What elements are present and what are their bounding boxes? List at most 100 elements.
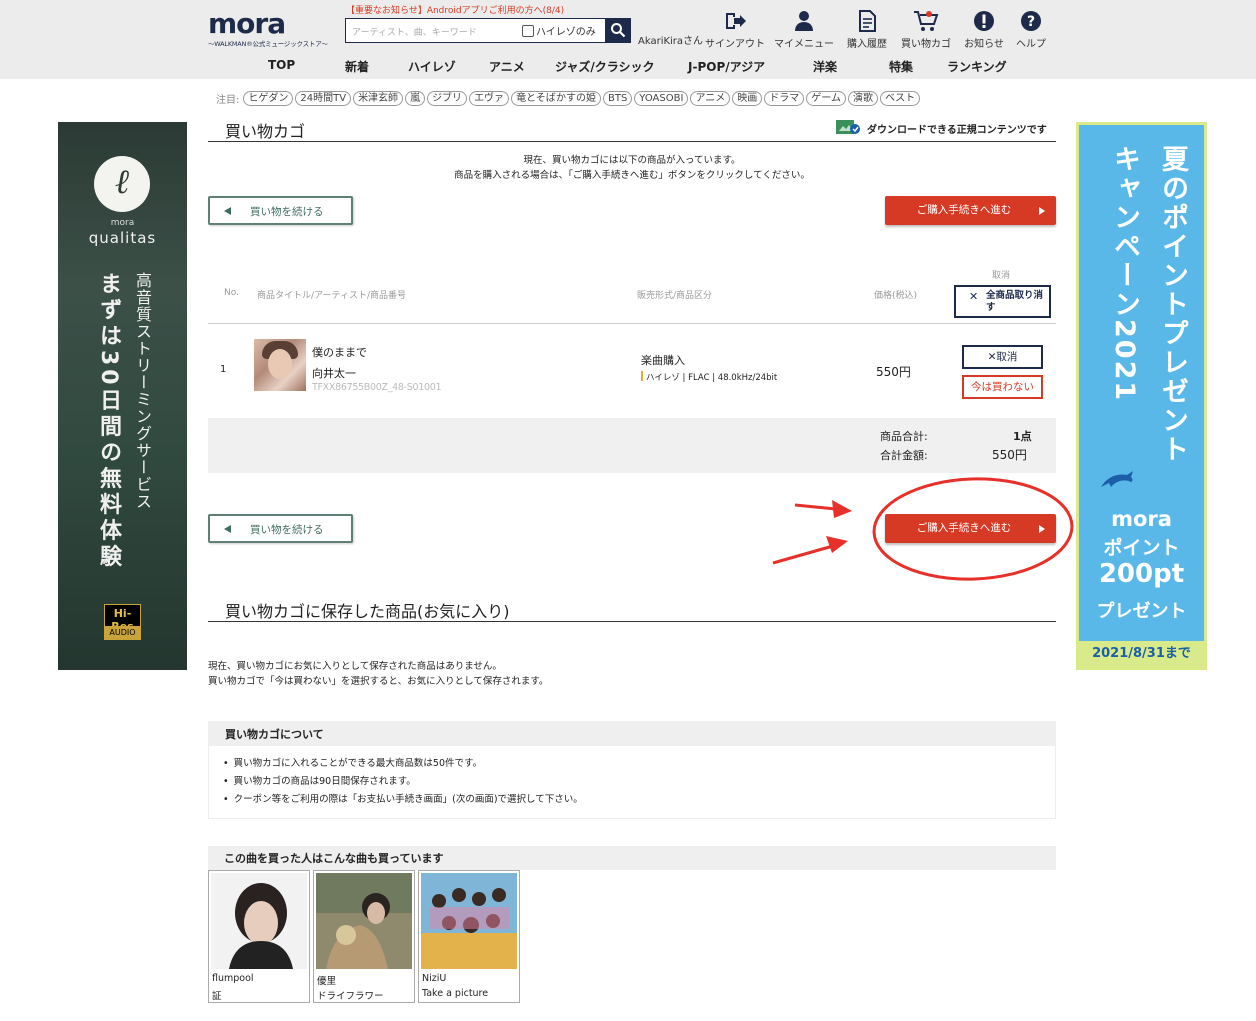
trending-tags: 注目: ヒゲダン 24時間TV 米津玄師 嵐 ジブリ エヴァ 竜とそばかすの姫 … bbox=[216, 91, 921, 106]
hires-marker bbox=[641, 371, 643, 381]
remove-all-label: 全商品取り消す bbox=[986, 290, 1044, 313]
tag-item[interactable]: YOASOBI bbox=[634, 91, 689, 106]
recommend-card-3[interactable]: NiziU Take a picture bbox=[418, 870, 520, 1003]
list-item: クーポン等をご利用の際は「お支払い手続き画面」(次の画面)で選択して下さい。 bbox=[223, 791, 583, 809]
title-divider bbox=[208, 141, 1056, 142]
remove-item-button[interactable]: ✕取消 bbox=[962, 345, 1043, 369]
tag-item[interactable]: BTS bbox=[602, 91, 633, 106]
dolphin-icon bbox=[1101, 471, 1133, 487]
tag-item[interactable]: ベスト bbox=[879, 91, 921, 106]
tag-item[interactable]: ジブリ bbox=[427, 91, 468, 106]
about-title: 買い物カゴについて bbox=[225, 728, 324, 741]
item-count-label: 商品合計: bbox=[880, 430, 928, 443]
recommend-card-1[interactable]: flumpool 証 bbox=[208, 870, 310, 1003]
nav-news-label: お知らせ bbox=[964, 39, 1004, 50]
tag-item[interactable]: 演歌 bbox=[847, 91, 878, 106]
about-list: 買い物カゴに入れることができる最大商品数は50件です。 買い物カゴの商品は90日… bbox=[223, 755, 583, 809]
recommend-card-2[interactable]: 優里 ドライフラワー bbox=[313, 870, 415, 1003]
col-type: 販売形式/商品区分 bbox=[637, 291, 713, 301]
list-item: 買い物カゴに入れることができる最大商品数は50件です。 bbox=[223, 755, 583, 773]
mora-logo[interactable]: mora 〜WALKMAN®公式ミュージックストア〜 bbox=[208, 9, 332, 49]
username: AkariKiraさん bbox=[638, 36, 704, 47]
qualitas-banner[interactable]: ℓ mora qualitas 高音質ストリーミングサービス まずは30日間の無… bbox=[58, 122, 187, 670]
row-number: 1 bbox=[220, 364, 227, 375]
important-notice-link[interactable]: 【重要なお知らせ】Androidアプリご利用の方へ(8/4) bbox=[346, 3, 564, 16]
cart-lead-2: 商品を購入される場合は、「ご購入手続きへ進む」ボタンをクリックしてください。 bbox=[454, 170, 810, 181]
recommend-header: この曲を買った人はこんな曲も買っています bbox=[208, 846, 1056, 870]
recommend-artist[interactable]: 優里 bbox=[317, 973, 336, 987]
album-cover bbox=[421, 873, 517, 969]
recommend-artist[interactable]: flumpool bbox=[212, 973, 254, 984]
album-thumbnail[interactable] bbox=[254, 339, 306, 391]
favorites-title: 買い物カゴに保存した商品(お気に入り) bbox=[225, 602, 510, 621]
banner-brand-small: mora bbox=[110, 218, 135, 228]
svg-text:?: ? bbox=[1027, 14, 1035, 30]
continue-shopping-button-top[interactable]: 買い物を続ける bbox=[208, 196, 353, 225]
item-artist[interactable]: 向井太一 bbox=[312, 365, 356, 381]
tag-item[interactable]: ゲーム bbox=[806, 91, 846, 106]
item-count-value: 1点 bbox=[1013, 430, 1032, 443]
nav-signout-label: サインアウト bbox=[705, 39, 765, 50]
tag-item[interactable]: 24時間TV bbox=[295, 91, 352, 106]
tag-item[interactable]: ドラマ bbox=[764, 91, 805, 106]
thumb-face bbox=[268, 349, 292, 379]
nav-cart-label: 買い物カゴ bbox=[901, 39, 951, 50]
category-new[interactable]: 新着 bbox=[345, 58, 369, 75]
download-note: ダウンロードできる正規コンテンツです bbox=[835, 119, 1047, 137]
nav-mymenu[interactable]: マイメニュー bbox=[774, 10, 834, 50]
recommend-title-text[interactable]: 証 bbox=[212, 988, 222, 1002]
tag-item[interactable]: 映画 bbox=[732, 91, 763, 106]
continue-shopping-label: 買い物を続ける bbox=[250, 206, 324, 218]
campaign-line1: 夏のポイントプレゼント bbox=[1157, 145, 1188, 464]
total-label: 合計金額: bbox=[880, 449, 928, 462]
category-top[interactable]: TOP bbox=[268, 58, 295, 72]
tag-item[interactable]: 嵐 bbox=[405, 91, 426, 106]
nav-history[interactable]: 購入履歴 bbox=[837, 10, 897, 50]
category-jpop-asia[interactable]: J-POP/アジア bbox=[688, 58, 765, 75]
campaign-point: ポイント bbox=[1103, 537, 1180, 559]
favorites-divider bbox=[208, 621, 1056, 622]
tag-item[interactable]: アニメ bbox=[690, 91, 731, 106]
checkbox-square bbox=[522, 24, 534, 37]
continue-shopping-button-bottom[interactable]: 買い物を続ける bbox=[208, 514, 353, 543]
favorites-note-1: 現在、買い物カゴにお気に入りとして保存された商品はありません。 bbox=[208, 661, 502, 672]
category-ranking[interactable]: ランキング bbox=[947, 58, 1007, 75]
favorites-note: 現在、買い物カゴにお気に入りとして保存された商品はありません。 買い物カゴで「今… bbox=[208, 659, 548, 689]
page-title: 買い物カゴ bbox=[225, 122, 306, 141]
buy-later-button[interactable]: 今は買わない bbox=[962, 375, 1043, 399]
category-feature[interactable]: 特集 bbox=[889, 58, 913, 75]
item-format-text: ハイレゾ | FLAC | 48.0kHz/24bit bbox=[646, 373, 778, 383]
col-cancel: 取消 bbox=[992, 271, 1011, 281]
help-icon: ? bbox=[1021, 11, 1041, 31]
total-value: 550円 bbox=[992, 448, 1027, 462]
point-campaign-banner[interactable]: 夏のポイントプレゼント キャンペーン2021 mora ポイント 200pt プ… bbox=[1076, 122, 1207, 670]
recommend-title-text[interactable]: Take a picture bbox=[422, 988, 488, 999]
continue-shopping-label: 買い物を続ける bbox=[250, 524, 324, 536]
tag-item[interactable]: エヴァ bbox=[469, 91, 510, 106]
tag-item[interactable]: 米津玄師 bbox=[353, 91, 404, 106]
search-button[interactable] bbox=[605, 18, 631, 43]
checkout-button-top[interactable]: ご購入手続きへ進む bbox=[885, 196, 1056, 225]
item-title[interactable]: 僕のままで bbox=[312, 344, 367, 360]
hires-only-checkbox[interactable]: ハイレゾのみ bbox=[522, 23, 596, 38]
right-arrow-icon bbox=[1039, 207, 1045, 215]
category-hires[interactable]: ハイレゾ bbox=[408, 58, 456, 75]
recommend-artist[interactable]: NiziU bbox=[422, 973, 446, 984]
list-item: 買い物カゴの商品は90日間保存されます。 bbox=[223, 773, 583, 791]
nav-cart[interactable]: 買い物カゴ bbox=[896, 10, 956, 50]
nav-signout[interactable]: サインアウト bbox=[705, 10, 765, 50]
table-header-divider bbox=[208, 323, 1056, 324]
category-western[interactable]: 洋楽 bbox=[813, 58, 837, 75]
category-jazz-classic[interactable]: ジャズ/クラシック bbox=[555, 58, 655, 75]
remove-all-button[interactable]: ✕ 全商品取り消す bbox=[954, 285, 1051, 318]
search-input[interactable]: アーティスト、曲、キーワード bbox=[352, 25, 477, 38]
history-icon bbox=[859, 10, 876, 32]
tag-item[interactable]: ヒゲダン bbox=[243, 91, 294, 106]
campaign-amount: 200pt bbox=[1098, 559, 1185, 589]
close-icon: ✕ bbox=[969, 290, 979, 303]
tag-item[interactable]: 竜とそばかすの姫 bbox=[511, 91, 601, 106]
checkout-button-bottom[interactable]: ご購入手続きへ進む bbox=[885, 514, 1056, 543]
nav-help[interactable]: ? ヘルプ bbox=[1001, 10, 1061, 50]
recommend-title-text[interactable]: ドライフラワー bbox=[317, 988, 384, 1002]
category-anime[interactable]: アニメ bbox=[489, 58, 525, 75]
